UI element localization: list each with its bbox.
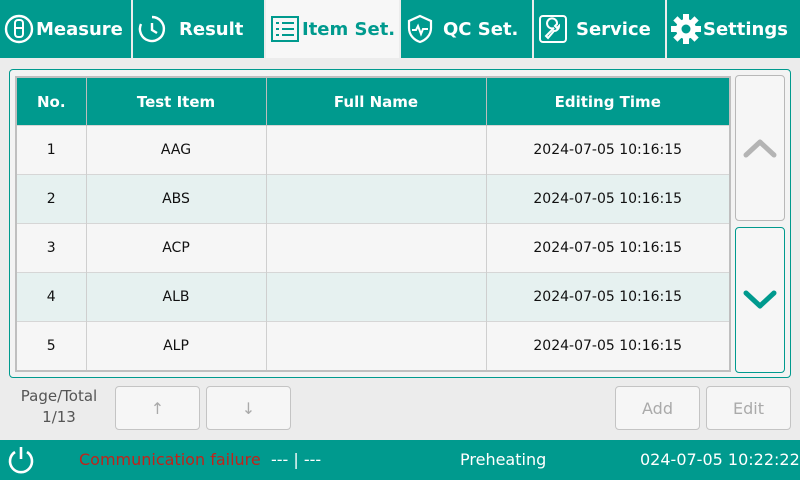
tab-label: Item Set. bbox=[302, 18, 396, 40]
cell-no: 2 bbox=[16, 174, 87, 224]
cell-editing-time: 2024-07-05 10:16:15 bbox=[486, 125, 730, 175]
power-icon[interactable] bbox=[5, 444, 37, 480]
cell-no: 1 bbox=[16, 125, 87, 175]
prev-page-button[interactable]: ↑ bbox=[115, 386, 200, 430]
edit-button[interactable]: Edit bbox=[706, 386, 791, 430]
cell-test-item: ALB bbox=[86, 272, 267, 322]
status-datetime: 024-07-05 10:22:22 bbox=[640, 450, 800, 469]
tab-qc-set[interactable]: QC Set. bbox=[401, 0, 532, 58]
cell-test-item: ACP bbox=[86, 223, 267, 273]
col-header-no: No. bbox=[16, 77, 87, 126]
page-label: Page/Total bbox=[20, 387, 98, 405]
chevron-up-icon bbox=[743, 139, 777, 158]
communication-error: Communication failure bbox=[79, 450, 261, 469]
cell-no: 3 bbox=[16, 223, 87, 273]
cell-full-name bbox=[266, 272, 487, 322]
status-bar: Communication failure --- | --- Preheati… bbox=[0, 440, 800, 480]
gear-icon bbox=[669, 12, 703, 46]
tab-measure[interactable]: Measure bbox=[0, 0, 131, 58]
cell-editing-time: 2024-07-05 10:16:15 bbox=[486, 174, 730, 224]
cell-editing-time: 2024-07-05 10:16:15 bbox=[486, 272, 730, 322]
tab-label: Settings bbox=[703, 18, 788, 40]
tab-result[interactable]: Result bbox=[133, 0, 264, 58]
next-page-button[interactable]: ↓ bbox=[206, 386, 291, 430]
scroll-up-button[interactable] bbox=[735, 75, 785, 221]
cell-test-item: AAG bbox=[86, 125, 267, 175]
instrument-state: Preheating bbox=[460, 450, 547, 469]
cell-test-item: ABS bbox=[86, 174, 267, 224]
arrow-up-icon: ↑ bbox=[150, 398, 165, 418]
col-header-full-name: Full Name bbox=[266, 77, 487, 126]
col-header-test-item: Test Item bbox=[86, 77, 267, 126]
cell-full-name bbox=[266, 125, 487, 175]
add-button[interactable]: Add bbox=[615, 386, 700, 430]
table-row[interactable]: 1 AAG 2024-07-05 10:16:15 bbox=[16, 125, 730, 175]
table-row[interactable]: 3 ACP 2024-07-05 10:16:15 bbox=[16, 223, 730, 273]
table-row[interactable]: 4 ALB 2024-07-05 10:16:15 bbox=[16, 272, 730, 322]
chevron-down-icon bbox=[743, 290, 777, 309]
test-item-table: No. Test Item Full Name Editing Time 1 A… bbox=[15, 76, 731, 372]
tab-label: Measure bbox=[36, 18, 123, 40]
test-tube-icon bbox=[2, 12, 36, 46]
cell-full-name bbox=[266, 223, 487, 273]
cell-test-item: ALP bbox=[86, 321, 267, 371]
cell-no: 5 bbox=[16, 321, 87, 371]
page-indicator: Page/Total 1/13 bbox=[14, 386, 104, 428]
clock-icon bbox=[135, 12, 169, 46]
wrench-icon bbox=[536, 12, 570, 46]
tab-label: QC Set. bbox=[443, 18, 519, 40]
cell-no: 4 bbox=[16, 272, 87, 322]
tab-label: Service bbox=[576, 18, 651, 40]
communication-value: --- | --- bbox=[271, 450, 322, 469]
arrow-down-icon: ↓ bbox=[241, 398, 256, 418]
list-icon bbox=[268, 12, 302, 46]
table-row[interactable]: 5 ALP 2024-07-05 10:16:15 bbox=[16, 321, 730, 371]
top-nav: Measure Result Item Set. QC Set. Service… bbox=[0, 0, 800, 60]
shield-icon bbox=[403, 12, 437, 46]
tab-settings[interactable]: Settings bbox=[667, 0, 800, 58]
tab-service[interactable]: Service bbox=[534, 0, 665, 58]
table-row[interactable]: 2 ABS 2024-07-05 10:16:15 bbox=[16, 174, 730, 224]
scroll-down-button[interactable] bbox=[735, 227, 785, 373]
tab-item-set[interactable]: Item Set. bbox=[266, 0, 399, 58]
cell-full-name bbox=[266, 321, 487, 371]
page-value: 1/13 bbox=[42, 408, 76, 426]
cell-editing-time: 2024-07-05 10:16:15 bbox=[486, 223, 730, 273]
col-header-editing-time: Editing Time bbox=[486, 77, 730, 126]
cell-full-name bbox=[266, 174, 487, 224]
tab-label: Result bbox=[179, 18, 244, 40]
cell-editing-time: 2024-07-05 10:16:15 bbox=[486, 321, 730, 371]
table-header: No. Test Item Full Name Editing Time bbox=[16, 77, 730, 126]
